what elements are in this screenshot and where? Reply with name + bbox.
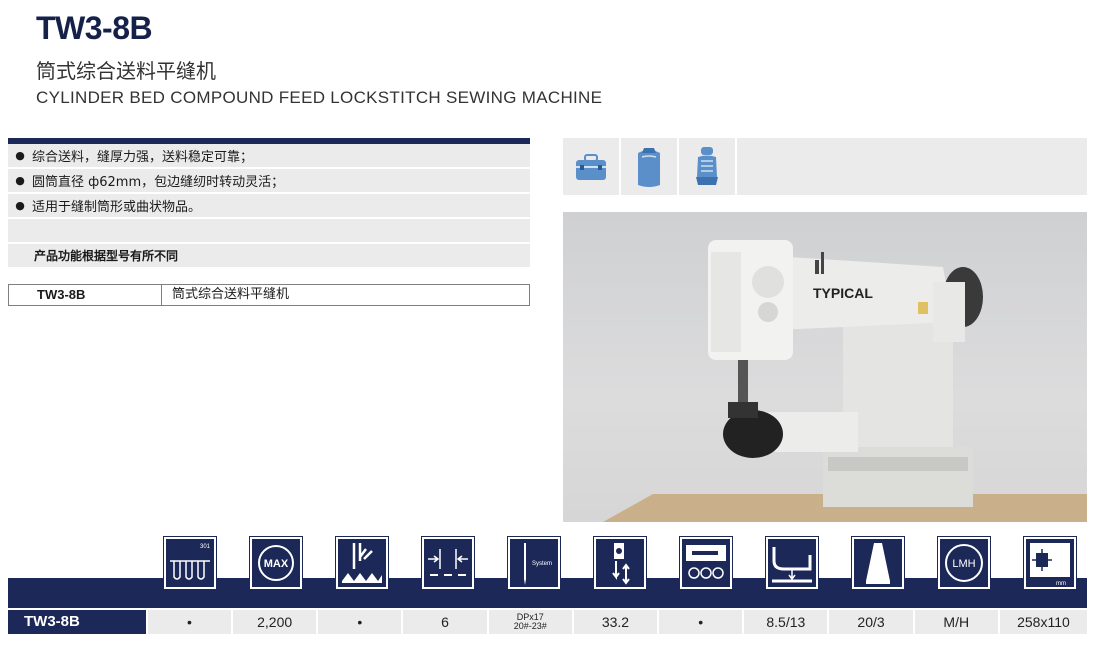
stitch-type-label: 301 bbox=[200, 544, 211, 550]
bullet-icon: ● bbox=[15, 149, 25, 162]
spec-value-presser-lift: 33.2 bbox=[573, 610, 658, 634]
feature-text: 适用于缝制筒形或曲状物品。 bbox=[32, 200, 202, 215]
application-bag bbox=[563, 138, 621, 195]
bullet-icon: ● bbox=[15, 199, 25, 212]
spec-value-max-speed: 2,200 bbox=[233, 610, 317, 634]
feature-item: ● 圆筒直径 ф62mm，包边缝纫时转动灵活； bbox=[8, 169, 530, 193]
application-bar bbox=[563, 138, 1087, 195]
application-cushion bbox=[621, 138, 679, 195]
spec-values-row: TW3-8B • 2,200 • 6 DPx17 20#-23# 33.2 • … bbox=[8, 610, 1088, 634]
spec-value-thread: 20/3 bbox=[829, 610, 913, 634]
presser-foot-lift-icon bbox=[612, 543, 630, 585]
spec-value-stitch-length: 6 bbox=[403, 610, 487, 634]
seat-cushion-icon bbox=[638, 147, 660, 187]
bullet-icon: ● bbox=[15, 174, 25, 187]
table-unit-label: mm bbox=[1056, 581, 1066, 587]
spec-max-speed: MAX bbox=[249, 536, 303, 590]
spec-row-model: TW3-8B bbox=[8, 610, 146, 634]
compound-feed-icon bbox=[342, 543, 382, 583]
spec-value-needle: DPx17 20#-23# bbox=[488, 610, 572, 634]
spec-value-feed: • bbox=[318, 610, 402, 634]
lmh-icon: LMH bbox=[945, 544, 983, 582]
english-title: CYLINDER BED COMPOUND FEED LOCKSTITCH SE… bbox=[36, 88, 603, 107]
max-speed-icon: MAX bbox=[258, 545, 294, 581]
application-car-seat bbox=[679, 138, 737, 195]
spec-value-table-size: 258x110 bbox=[999, 610, 1088, 634]
spec-thread bbox=[851, 536, 905, 590]
needle-size: 20#-23# bbox=[513, 621, 547, 631]
page-title: TW3-8B bbox=[36, 10, 153, 46]
feature-note: 产品功能根据型号有所不同 bbox=[8, 244, 530, 268]
sewing-machine-illustration: TYPICAL bbox=[603, 240, 1087, 522]
chinese-title: 筒式综合送料平缝机 bbox=[36, 59, 216, 83]
oil-lubrication-icon bbox=[686, 545, 726, 579]
car-seat-icon bbox=[696, 146, 718, 185]
spec-stitch-length bbox=[421, 536, 475, 590]
lockstitch-icon: 301 bbox=[170, 544, 211, 580]
lmh-label: LMH bbox=[952, 558, 975, 570]
spec-value-cylinder: 8.5/13 bbox=[744, 610, 828, 634]
spec-needle: System bbox=[507, 536, 561, 590]
spec-lmh: LMH bbox=[937, 536, 991, 590]
feature-text: 综合送料，缝厚力强，送料稳定可靠； bbox=[32, 150, 254, 165]
stitch-length-icon bbox=[428, 549, 468, 576]
spec-presser-lift bbox=[593, 536, 647, 590]
feature-item: ● 适用于缝制筒形或曲状物品。 bbox=[8, 194, 530, 218]
spec-lubrication bbox=[679, 536, 733, 590]
spec-value-lubrication: • bbox=[659, 610, 743, 634]
needle-system-label: System bbox=[532, 561, 552, 567]
machine-brand-logo: TYPICAL bbox=[813, 285, 873, 301]
max-label: MAX bbox=[264, 558, 289, 570]
spec-feed bbox=[335, 536, 389, 590]
spec-value-stitch: • bbox=[147, 610, 232, 634]
cylinder-bed-icon bbox=[772, 547, 812, 583]
feature-item: ● 综合送料，缝厚力强，送料稳定可靠； bbox=[8, 144, 530, 168]
spec-cylinder bbox=[765, 536, 819, 590]
machine-photo: TYPICAL bbox=[563, 212, 1087, 522]
bag-icon bbox=[576, 153, 606, 180]
table-dimension-icon: mm bbox=[1030, 543, 1070, 587]
feature-empty-row bbox=[8, 219, 530, 243]
model-table: TW3-8B 筒式综合送料平缝机 bbox=[8, 284, 530, 306]
spec-stitch-type: 301 bbox=[163, 536, 217, 590]
needle-icon: System bbox=[524, 543, 552, 585]
spec-value-lmh: M/H bbox=[914, 610, 998, 634]
model-table-description: 筒式综合送料平缝机 bbox=[172, 287, 290, 302]
model-table-model: TW3-8B bbox=[9, 285, 162, 305]
spec-table-size: mm bbox=[1023, 536, 1077, 590]
feature-text: 圆筒直径 ф62mm，包边缝纫时转动灵活； bbox=[32, 175, 285, 190]
thread-cone-icon bbox=[866, 543, 890, 584]
